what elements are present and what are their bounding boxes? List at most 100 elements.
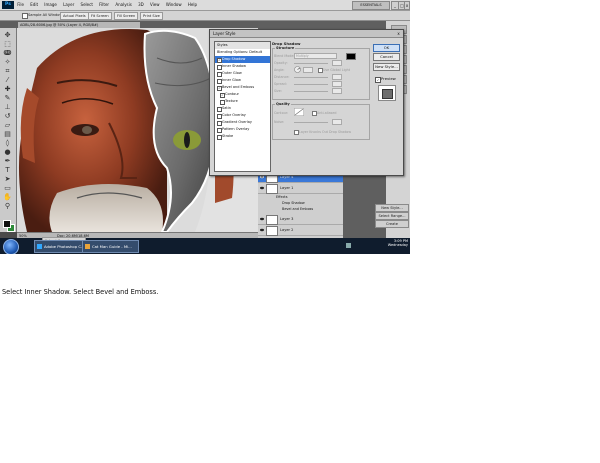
eye-icon[interactable] xyxy=(260,186,264,190)
menu-image[interactable]: Image xyxy=(44,0,57,10)
opacity-field[interactable] xyxy=(332,60,342,66)
noise-label: Noise: xyxy=(274,120,285,124)
shape-tool-icon[interactable]: ▭ xyxy=(3,185,12,192)
layer-row-layer-3[interactable]: Layer 3 xyxy=(258,214,343,225)
eye-icon[interactable] xyxy=(260,228,264,232)
clone-stamp-tool-icon[interactable]: ⊥ xyxy=(3,104,12,111)
angle-field[interactable] xyxy=(303,67,313,73)
options-bar: Sample All Windows Actual Pixels Fit Scr… xyxy=(0,11,410,21)
marquee-tool-icon[interactable]: ⬚ xyxy=(3,41,12,48)
blur-tool-icon[interactable]: ◊ xyxy=(3,140,12,147)
drop-shadow-effect[interactable]: Drop Shadow xyxy=(282,201,305,205)
path-selection-tool-icon[interactable]: ➤ xyxy=(3,176,12,183)
cancel-button[interactable]: Cancel xyxy=(373,53,400,61)
create-button[interactable]: Create xyxy=(375,220,409,228)
actual-pixels-button[interactable]: Actual Pixels xyxy=(60,12,89,20)
new-style-side-button[interactable]: New Style... xyxy=(375,204,409,212)
styles-header[interactable]: Styles xyxy=(215,42,270,49)
hand-tool-icon[interactable]: ✋ xyxy=(3,194,12,201)
effects-label: Effects xyxy=(276,195,288,199)
foreground-color-swatch[interactable] xyxy=(3,220,11,228)
menu-edit[interactable]: Edit xyxy=(30,0,38,10)
fit-screen-button[interactable]: Fit Screen xyxy=(88,12,112,20)
bevel-emboss-effect[interactable]: Bevel and Emboss xyxy=(282,207,313,211)
contour-picker-icon[interactable] xyxy=(294,108,304,116)
brush-tool-icon[interactable]: ✎ xyxy=(3,95,12,102)
angle-dial-icon[interactable] xyxy=(294,66,301,73)
anti-aliased-label: Anti-aliased xyxy=(317,111,337,115)
style-item-drop-shadow[interactable]: ✓ Drop Shadow xyxy=(215,56,270,63)
preview-label: Preview xyxy=(381,76,396,81)
eye-icon[interactable] xyxy=(260,217,264,221)
size-slider[interactable] xyxy=(294,91,328,92)
blending-options-item[interactable]: Blending Options: Default xyxy=(215,49,270,56)
history-brush-tool-icon[interactable]: ↺ xyxy=(3,113,12,120)
style-item-stroke[interactable]: Stroke xyxy=(215,133,270,140)
dialog-title-bar[interactable]: Layer Style x xyxy=(210,30,403,38)
taskbar-button-label: Cat Man Guide - Mi... xyxy=(92,244,132,249)
noise-field[interactable] xyxy=(332,119,342,125)
select-range-button[interactable]: Select Range... xyxy=(375,212,409,220)
styles-list: Styles Blending Options: Default ✓ Drop S… xyxy=(214,41,271,172)
menu-analysis[interactable]: Analysis xyxy=(115,0,131,10)
browser-app-icon xyxy=(85,244,90,249)
healing-brush-tool-icon[interactable]: ✚ xyxy=(3,86,12,93)
style-item-texture[interactable]: Texture xyxy=(215,98,270,105)
style-item-inner-shadow[interactable]: Inner Shadow xyxy=(215,63,270,70)
clock-day: Wednesday xyxy=(387,243,408,248)
close-window-button[interactable]: x xyxy=(404,1,410,10)
layer-row-layer-1[interactable]: Layer 1 xyxy=(258,183,343,194)
magic-wand-tool-icon[interactable]: ✧ xyxy=(3,59,12,66)
blend-mode-select[interactable]: Multiply xyxy=(294,53,337,59)
fill-screen-button[interactable]: Fill Screen xyxy=(114,12,139,20)
new-style-button[interactable]: New Style... xyxy=(373,63,400,71)
dodge-tool-icon[interactable]: ● xyxy=(3,149,12,156)
style-item-contour[interactable]: ✓ Contour xyxy=(215,91,270,98)
menu-layer[interactable]: Layer xyxy=(63,0,74,10)
zoom-tool-icon[interactable]: ⚲ xyxy=(3,203,12,210)
print-size-button[interactable]: Print Size xyxy=(140,12,163,20)
menu-window[interactable]: Window xyxy=(166,0,182,10)
menu-3d[interactable]: 3D xyxy=(138,0,144,10)
taskbar-browser-button[interactable]: Cat Man Guide - Mi... xyxy=(82,240,139,253)
spread-slider[interactable] xyxy=(294,84,328,85)
angle-label: Angle: xyxy=(274,68,285,72)
style-item-satin[interactable]: Satin xyxy=(215,105,270,112)
layer-thumbnail xyxy=(266,215,278,225)
move-tool-icon[interactable]: ✥ xyxy=(3,32,12,39)
distance-field[interactable] xyxy=(332,74,342,80)
start-button-icon[interactable] xyxy=(3,239,19,254)
layer-row-layer-2[interactable]: Layer 2 xyxy=(258,225,343,236)
eyedropper-tool-icon[interactable]: ⁄ xyxy=(3,77,12,84)
menu-help[interactable]: Help xyxy=(188,0,197,10)
gradient-tool-icon[interactable]: ▤ xyxy=(3,131,12,138)
menu-file[interactable]: File xyxy=(17,0,24,10)
system-clock[interactable]: 3:09 PM Wednesday xyxy=(384,239,408,252)
lasso-tool-icon[interactable]: ↈ xyxy=(3,50,12,57)
eraser-tool-icon[interactable]: ▱ xyxy=(3,122,12,129)
style-item-bevel-and-emboss[interactable]: ✓ Bevel and Emboss xyxy=(215,84,270,91)
taskbar-photoshop-button[interactable]: Adobe Photoshop C... xyxy=(34,240,89,253)
menu-view[interactable]: View xyxy=(150,0,160,10)
size-field[interactable] xyxy=(332,88,342,94)
pen-tool-icon[interactable]: ✒ xyxy=(3,158,12,165)
style-item-outer-glow[interactable]: Outer Glow xyxy=(215,70,270,77)
shadow-color-swatch[interactable] xyxy=(346,53,356,60)
drop-shadow-settings: Drop Shadow Structure Blend Mode: Multip… xyxy=(272,41,370,141)
dialog-close-icon[interactable]: x xyxy=(396,31,401,36)
workspace-switcher[interactable]: ESSENTIALS xyxy=(352,1,390,10)
menu-select[interactable]: Select xyxy=(81,0,93,10)
tray-icon[interactable] xyxy=(346,243,351,248)
style-item-gradient-overlay[interactable]: Gradient Overlay xyxy=(215,119,270,126)
style-item-color-overlay[interactable]: Color Overlay xyxy=(215,112,270,119)
distance-slider[interactable] xyxy=(294,77,328,78)
noise-slider[interactable] xyxy=(294,122,328,123)
style-item-inner-glow[interactable]: Inner Glow xyxy=(215,77,270,84)
menu-filter[interactable]: Filter xyxy=(99,0,109,10)
ok-button[interactable]: OK xyxy=(373,44,400,52)
type-tool-icon[interactable]: T xyxy=(3,167,12,174)
opacity-slider[interactable] xyxy=(294,63,328,64)
crop-tool-icon[interactable]: ⌗ xyxy=(3,68,12,75)
spread-field[interactable] xyxy=(332,81,342,87)
style-item-pattern-overlay[interactable]: Pattern Overlay xyxy=(215,126,270,133)
